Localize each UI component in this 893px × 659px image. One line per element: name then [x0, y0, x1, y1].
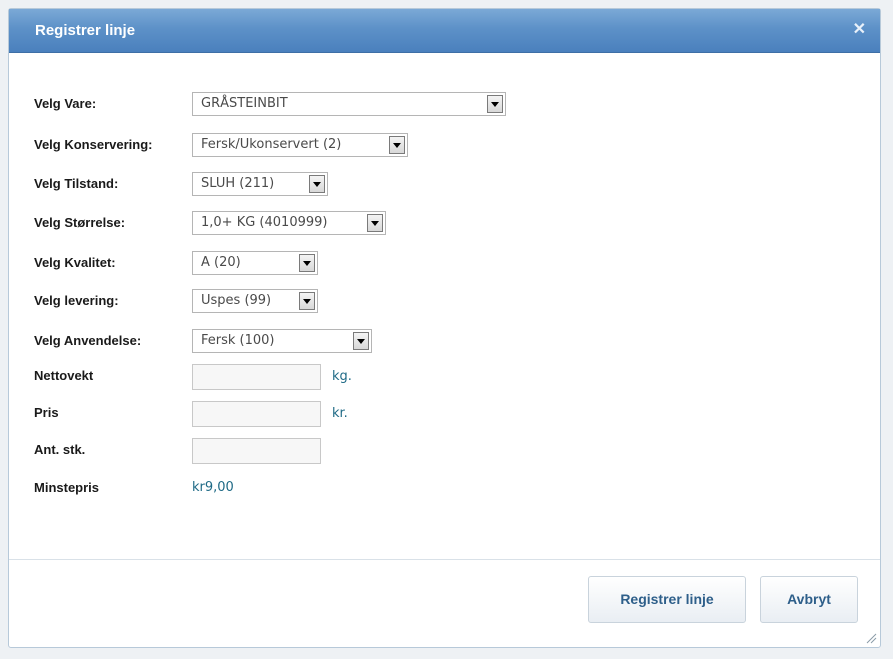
close-icon[interactable]: ✕	[853, 21, 866, 39]
cancel-button[interactable]: Avbryt	[760, 576, 858, 623]
levering-select-value: Uspes (99)	[201, 293, 272, 308]
nettovekt-label: Nettovekt	[34, 368, 94, 383]
anvendelse-label: Velg Anvendelse:	[34, 333, 142, 348]
tilstand-select[interactable]: SLUH (211)	[192, 172, 328, 196]
storrelse-label: Velg Størrelse:	[34, 215, 126, 230]
vare-select[interactable]: GRÅSTEINBIT	[192, 92, 506, 116]
konservering-select[interactable]: Fersk/Ukonservert (2)	[192, 133, 408, 157]
chevron-down-icon[interactable]	[353, 332, 369, 350]
minstepris-value: kr9,00	[192, 480, 234, 495]
antstk-input[interactable]	[192, 438, 321, 464]
footer-divider	[9, 559, 880, 560]
pris-unit: kr.	[332, 406, 348, 421]
kvalitet-label: Velg Kvalitet:	[34, 255, 116, 270]
register-line-button[interactable]: Registrer linje	[588, 576, 746, 623]
konservering-label: Velg Konservering:	[34, 137, 153, 152]
chevron-down-icon[interactable]	[367, 214, 383, 232]
levering-label: Velg levering:	[34, 293, 119, 308]
anvendelse-select[interactable]: Fersk (100)	[192, 329, 372, 353]
konservering-select-value: Fersk/Ukonservert (2)	[201, 137, 342, 152]
kvalitet-select-value: A (20)	[201, 255, 241, 270]
storrelse-select[interactable]: 1,0+ KG (4010999)	[192, 211, 386, 235]
chevron-down-icon[interactable]	[487, 95, 503, 113]
pris-label: Pris	[34, 405, 59, 420]
kvalitet-select[interactable]: A (20)	[192, 251, 318, 275]
vare-label: Velg Vare:	[34, 96, 97, 111]
nettovekt-input[interactable]	[192, 364, 321, 390]
levering-select[interactable]: Uspes (99)	[192, 289, 318, 313]
chevron-down-icon[interactable]	[299, 292, 315, 310]
nettovekt-unit: kg.	[332, 369, 352, 384]
anvendelse-select-value: Fersk (100)	[201, 333, 275, 348]
antstk-label: Ant. stk.	[34, 442, 86, 457]
dialog-titlebar[interactable]: Registrer linje ✕	[9, 9, 880, 53]
resize-grip-icon[interactable]	[865, 632, 877, 644]
vare-select-value: GRÅSTEINBIT	[201, 96, 288, 111]
chevron-down-icon[interactable]	[309, 175, 325, 193]
tilstand-select-value: SLUH (211)	[201, 176, 275, 191]
chevron-down-icon[interactable]	[389, 136, 405, 154]
pris-input[interactable]	[192, 401, 321, 427]
register-line-dialog: Registrer linje ✕ Velg Vare: GRÅSTEINBIT…	[8, 8, 881, 648]
dialog-title: Registrer linje	[35, 22, 136, 39]
tilstand-label: Velg Tilstand:	[34, 176, 119, 191]
minstepris-label: Minstepris	[34, 480, 100, 495]
chevron-down-icon[interactable]	[299, 254, 315, 272]
storrelse-select-value: 1,0+ KG (4010999)	[201, 215, 328, 230]
